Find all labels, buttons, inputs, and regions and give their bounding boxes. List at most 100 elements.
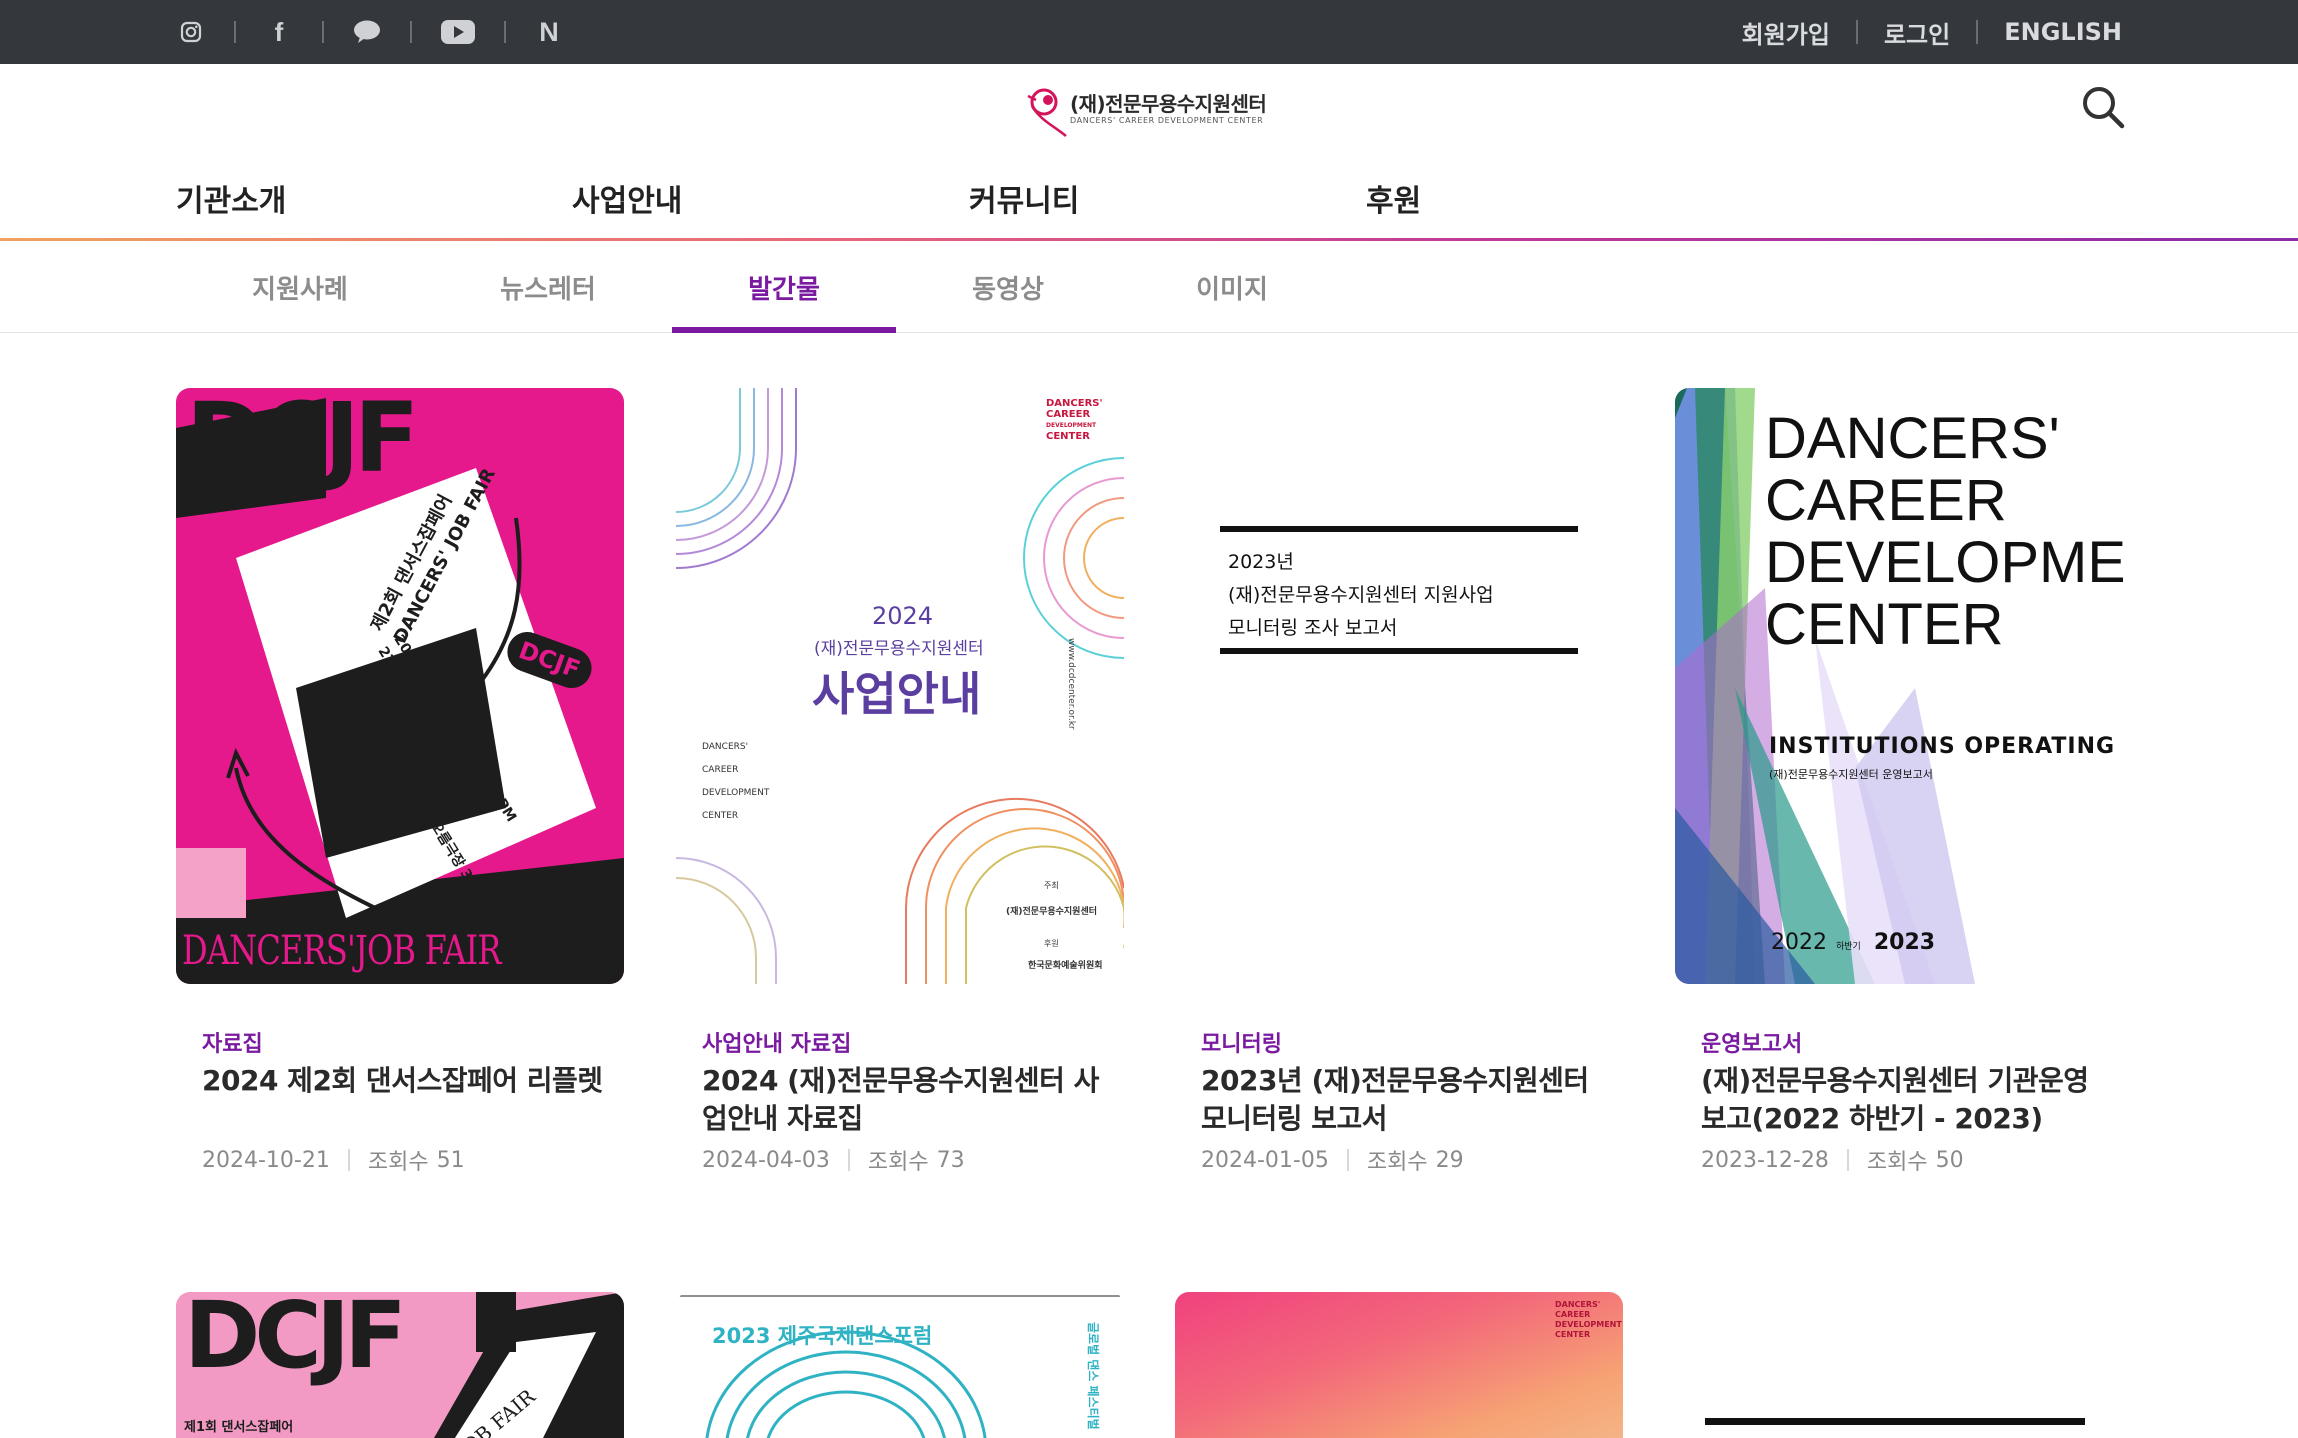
card-thumbnail[interactable]: DCJF 제1회 댄서스잡페어 JOB FAIR (176, 1292, 624, 1438)
divider (504, 21, 506, 43)
card-meta: 2024-01-05 조회수 29 (1201, 1144, 1464, 1176)
signup-link[interactable]: 회원가입 (1742, 15, 1830, 50)
views-label: 조회수 (867, 1150, 929, 1175)
poster-side-line: DEVELOPMENT (702, 788, 770, 798)
poster-org: (재)전문무용수지원센터 (814, 639, 984, 659)
poster-word: DEVELOPMENT (1765, 530, 2123, 595)
poster-art (676, 1295, 1124, 1438)
poster-title: 사업안내 (812, 667, 982, 721)
nav-item-sponsor[interactable]: 후원 (1366, 176, 1421, 220)
poster-title-block: 2023년 (재)전문무용수지원센터 지원사업 모니터링 조사 보고서 (1228, 546, 1494, 645)
card-date: 2024-04-03 (702, 1147, 830, 1173)
logo-mark-icon (1027, 88, 1067, 137)
search-icon (2083, 87, 2125, 129)
card-thumbnail[interactable] (1675, 1292, 2123, 1438)
card-thumbnail[interactable]: 2023년 (재)전문무용수지원센터 지원사업 모니터링 조사 보고서 (1175, 388, 1623, 984)
poster-dcjf-logo: DCJF (184, 1292, 407, 1389)
publication-card[interactable]: 2023년 (재)전문무용수지원센터 지원사업 모니터링 조사 보고서 모니터링… (1175, 388, 1623, 1208)
nav-item-about[interactable]: 기관소개 (176, 176, 286, 220)
poster-sponsor: 한국문화예술위원회 (1028, 961, 1103, 971)
card-date: 2023-12-28 (1701, 1147, 1829, 1173)
poster-url: www.dcdcenter.or.kr (1066, 638, 1076, 730)
card-thumbnail[interactable]: 2024 (재)전문무용수지원센터 사업안내 DANCERS' CAREER D… (676, 388, 1124, 984)
divider (1855, 20, 1858, 44)
tab-images[interactable]: 이미지 (1120, 241, 1344, 333)
logo-title: (재)전문무용수지원센터 (1070, 92, 1267, 116)
site-logo[interactable]: (재)전문무용수지원센터 DANCERS' CAREER DEVELOPMENT… (1026, 86, 1276, 142)
divider (1846, 1149, 1849, 1171)
card-meta: 2023-12-28 조회수 50 (1701, 1144, 1964, 1176)
poster-logo-line: CAREER (1046, 409, 1091, 420)
instagram-icon[interactable] (176, 17, 206, 47)
poster-logo-line: DEVELOPMENT (1046, 422, 1097, 429)
publication-card[interactable]: DCJF 제2회 댄서스잡페어 DANCERS' JOB FAIR 2024.9… (176, 388, 624, 1208)
card-thumbnail[interactable]: DANCERS' CAREER DEVELOPMENT CENTER INSTI… (1675, 388, 2123, 984)
divider (1346, 1149, 1349, 1171)
social-links: f N (176, 0, 564, 64)
poster-word: CENTER (1765, 592, 2004, 657)
top-utility-bar: f N 회원가입 로그인 ENGLISH (0, 0, 2298, 64)
poster-subtitle: INSTITUTIONS OPERATING REPORT (1769, 734, 2123, 759)
login-link[interactable]: 로그인 (1884, 15, 1950, 50)
tab-videos[interactable]: 동영상 (896, 241, 1120, 333)
poster-subtitle-kr: (재)전문무용수지원센터 운영보고서 (1769, 768, 1933, 781)
divider (847, 1149, 850, 1171)
poster-side-text: 글로벌 댄스 페스티벌 (1086, 1322, 1100, 1430)
publication-card[interactable] (1675, 1292, 2123, 1438)
facebook-icon[interactable]: f (264, 17, 294, 47)
card-title[interactable]: 2024 (재)전문무용수지원센터 사업안내 자료집 (702, 1062, 1112, 1138)
publication-card[interactable]: 2023 제주국제댄스포럼 글로벌 댄스 페스티벌 (676, 1292, 1124, 1438)
poster-line: (재)전문무용수지원센터 지원사업 (1228, 584, 1494, 606)
sub-tabs: 지원사례 뉴스레터 발간물 동영상 이미지 (0, 241, 2298, 333)
poster-side-text: DANCERS' CAREER DEVELOPMENT CENTER (702, 736, 769, 828)
card-title[interactable]: 2023년 (재)전문무용수지원센터 모니터링 보고서 (1201, 1062, 1611, 1138)
card-title[interactable]: (재)전문무용수지원센터 기관운영보고(2022 하반기 - 2023) (1701, 1062, 2111, 1138)
publication-card[interactable]: DCJF 제1회 댄서스잡페어 JOB FAIR (176, 1292, 624, 1438)
poster-side-line: CAREER (702, 765, 739, 775)
poster-year-range: 2022 하반기 2023 (1771, 930, 1935, 955)
poster-year-start: 2022 (1771, 930, 1827, 955)
publication-card[interactable]: 2024 (재)전문무용수지원센터 사업안내 DANCERS' CAREER D… (676, 388, 1124, 1208)
kakao-icon[interactable] (352, 17, 382, 47)
card-thumbnail[interactable]: DCJF 제2회 댄서스잡페어 DANCERS' JOB FAIR 2024.9… (176, 388, 624, 984)
poster-year-half: 하반기 (1836, 942, 1861, 952)
poster-year-end: 2023 (1873, 930, 1936, 955)
card-views: 50 (1935, 1147, 1964, 1173)
poster-rule-bottom (1220, 648, 1578, 654)
poster-line: 모니터링 조사 보고서 (1228, 617, 1398, 639)
poster-logo-line: DANCERS' (1046, 398, 1103, 409)
nav-item-business[interactable]: 사업안내 (572, 176, 682, 220)
poster-corner-logo: DANCERS' CAREER DEVELOPMENT CENTER (1555, 1300, 1622, 1339)
card-views: 73 (936, 1147, 965, 1173)
search-button[interactable] (2080, 84, 2126, 130)
poster-rule-top (1705, 1418, 2085, 1425)
poster-side-line: DANCERS' (702, 742, 749, 752)
tab-publications[interactable]: 발간물 (672, 241, 896, 333)
card-thumbnail[interactable]: DANCERS' CAREER DEVELOPMENT CENTER (1175, 1292, 1623, 1438)
publication-card[interactable]: DANCERS' CAREER DEVELOPMENT CENTER (1175, 1292, 1623, 1438)
card-views: 29 (1435, 1147, 1464, 1173)
tab-newsletter[interactable]: 뉴스레터 (436, 241, 660, 333)
poster-dcjf-logo: DCJF (186, 388, 419, 494)
views-label: 조회수 (367, 1150, 429, 1175)
naver-icon[interactable]: N (534, 17, 564, 47)
poster-line: 2023년 (1228, 551, 1294, 573)
divider (1976, 20, 1979, 44)
poster-sponsor-label: 후원 (1044, 939, 1059, 948)
card-title[interactable]: 2024 제2회 댄서스잡페어 리플렛 (202, 1062, 612, 1100)
views-label: 조회수 (1866, 1150, 1928, 1175)
tab-support-cases[interactable]: 지원사례 (188, 241, 412, 333)
poster-host-label: 주최 (1044, 881, 1059, 890)
poster-corner-logo: DANCERS' CAREER DEVELOPMENT CENTER (1046, 398, 1103, 442)
nav-item-community[interactable]: 커뮤니티 (969, 176, 1079, 220)
poster-title: 2023 제주국제댄스포럼 (712, 1324, 933, 1348)
card-thumbnail[interactable]: 2023 제주국제댄스포럼 글로벌 댄스 페스티벌 (676, 1292, 1124, 1438)
publication-card[interactable]: DANCERS' CAREER DEVELOPMENT CENTER INSTI… (1675, 388, 2123, 1208)
poster-host: (재)전문무용수지원센터 (1006, 907, 1098, 917)
card-meta: 2024-04-03 조회수 73 (702, 1144, 965, 1176)
english-link[interactable]: ENGLISH (2004, 18, 2122, 46)
divider (347, 1149, 350, 1171)
account-links: 회원가입 로그인 ENGLISH (1742, 0, 2122, 64)
logo-subtitle: DANCERS' CAREER DEVELOPMENT CENTER (1070, 116, 1264, 125)
youtube-icon[interactable] (440, 17, 476, 47)
